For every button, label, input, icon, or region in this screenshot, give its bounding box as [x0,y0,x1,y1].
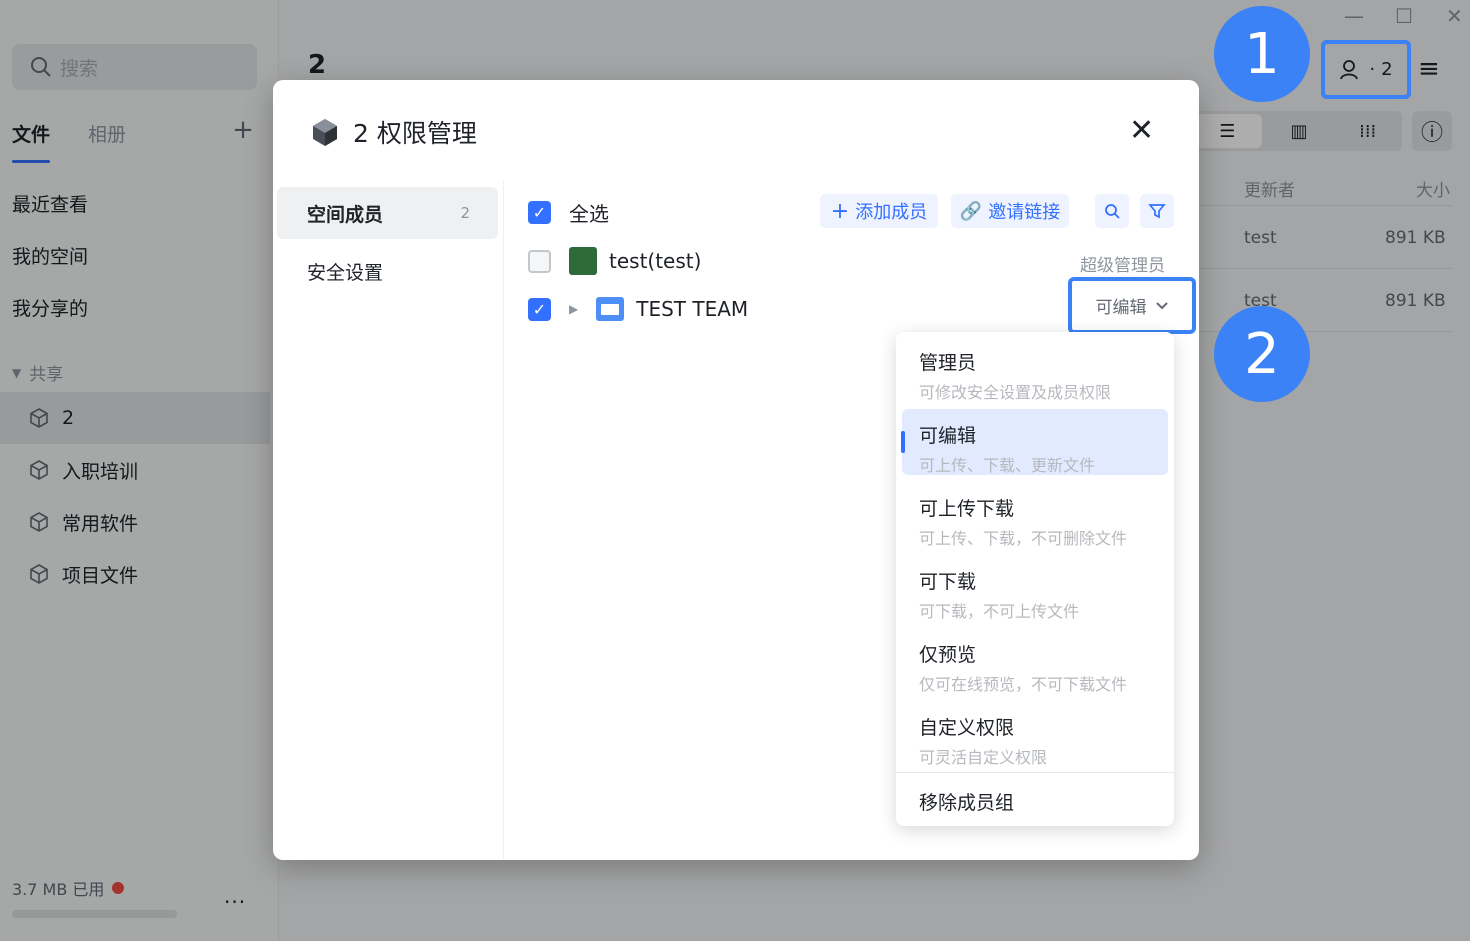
filter-button[interactable] [1140,194,1174,228]
role-option-desc: 可上传、下载、更新文件 [919,456,1096,475]
remove-group-button[interactable]: 移除成员组 [919,788,1014,815]
role-option-desc: 仅可在线预览，不可下载文件 [919,675,1128,694]
role-option-title: 仅预览 [919,644,977,666]
close-icon[interactable]: ✕ [1129,116,1154,146]
role-option-editor[interactable]: 可编辑 可上传、下载、更新文件 [901,409,1168,475]
dialog-nav-security-label: 安全设置 [307,261,384,284]
role-option-title: 自定义权限 [919,717,1015,739]
role-option-title: 管理员 [919,352,977,374]
search-icon [1105,204,1120,219]
dialog-title: 2 权限管理 [309,114,477,150]
select-all-label: 全选 [569,202,609,226]
filter-icon [1148,204,1166,219]
chevron-down-icon [1155,301,1168,309]
role-option-title: 可上传下载 [919,498,1015,520]
dropdown-divider [896,772,1174,773]
member-search-button[interactable] [1095,194,1129,228]
role-option-admin[interactable]: 管理员 可修改安全设置及成员权限 [902,336,1168,402]
step-badge-2: 2 [1214,306,1310,402]
role-option-preview[interactable]: 仅预览 仅可在线预览，不可下载文件 [902,628,1168,694]
folder-icon [596,297,625,321]
add-member-button[interactable]: + 添加成员 [820,194,938,228]
plus-icon: + [830,198,850,224]
role-option-desc: 可修改安全设置及成员权限 [919,383,1112,402]
member-name: TEST TEAM [636,297,749,321]
member-row: test(test) [528,247,701,275]
dialog-nav-security[interactable]: 安全设置 [277,245,498,297]
dialog-title-text: 2 权限管理 [353,119,477,148]
cube-icon [313,119,337,146]
role-option-upload-download[interactable]: 可上传下载 可上传、下载，不可删除文件 [902,482,1168,548]
role-option-download[interactable]: 可下载 可下载，不可上传文件 [902,555,1168,621]
add-member-label: 添加成员 [855,202,928,223]
avatar [569,247,597,275]
role-select[interactable]: 可编辑 [1068,277,1196,334]
role-option-desc: 可下载，不可上传文件 [919,602,1080,621]
select-all-row: ✓ 全选 [528,198,609,227]
invite-link-button[interactable]: 🔗 邀请链接 [951,194,1069,228]
role-dropdown: 管理员 可修改安全设置及成员权限 可编辑 可上传、下载、更新文件 可上传下载 可… [896,332,1174,826]
role-option-title: 可下载 [919,571,977,593]
members-count-badge: 2 [460,204,470,222]
dialog-nav: 空间成员 2 安全设置 [273,180,504,860]
member-row: ✓ ▶ TEST TEAM [528,297,748,321]
invite-link-label: 邀请链接 [988,202,1061,223]
select-all-checkbox[interactable]: ✓ [528,201,551,224]
member-checkbox[interactable]: ✓ [528,297,551,321]
dialog-nav-members-label: 空间成员 [307,203,384,226]
link-icon: 🔗 [959,200,983,222]
member-role-label: 超级管理员 [1080,256,1165,276]
step-badge-1: 1 [1214,6,1310,102]
role-option-title: 可编辑 [919,425,977,447]
role-option-desc: 可上传、下载，不可删除文件 [919,529,1128,548]
dialog-nav-members[interactable]: 空间成员 2 [277,187,498,239]
member-checkbox[interactable] [528,249,551,273]
role-select-value: 可编辑 [1095,298,1147,318]
role-option-custom[interactable]: 自定义权限 可灵活自定义权限 [902,701,1168,767]
member-name: test(test) [609,249,702,273]
members-button-highlight[interactable] [1321,40,1411,99]
role-option-desc: 可灵活自定义权限 [919,748,1048,767]
expand-arrow-icon[interactable]: ▶ [569,302,578,316]
